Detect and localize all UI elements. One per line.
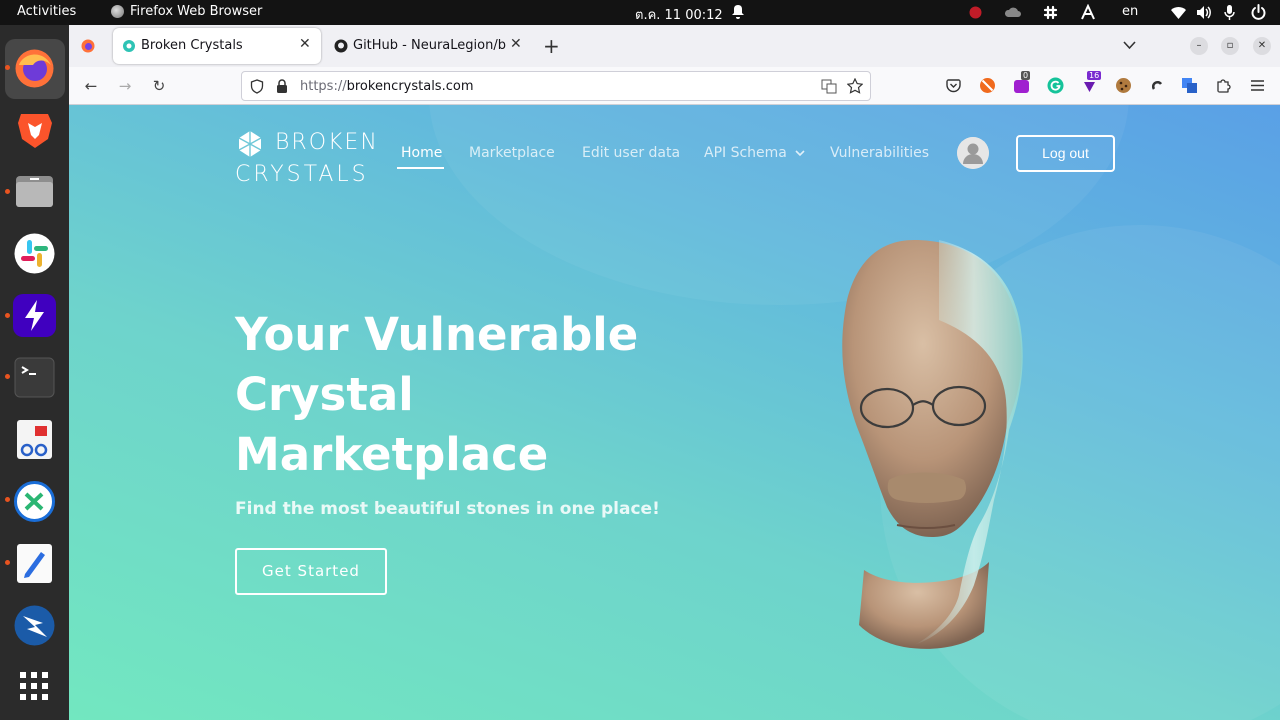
- running-indicator: [5, 560, 10, 565]
- url-text: https://brokencrystals.com: [300, 79, 473, 94]
- tab-github[interactable]: GitHub - NeuraLegion/br ✕: [325, 28, 525, 64]
- microphone-icon[interactable]: [1222, 4, 1237, 21]
- reload-button[interactable]: ↻: [149, 76, 169, 96]
- crystal-logo-icon: [238, 131, 262, 157]
- new-tab-button[interactable]: +: [543, 34, 560, 58]
- insomnia-icon[interactable]: [13, 294, 56, 337]
- lock-icon[interactable]: [276, 79, 288, 94]
- github-favicon: [334, 39, 348, 53]
- nav-vulnerabilities[interactable]: Vulnerabilities: [830, 145, 929, 161]
- tab-strip: Broken Crystals ✕ GitHub - NeuraLegion/b…: [69, 25, 1280, 67]
- language-indicator[interactable]: en: [1122, 4, 1138, 19]
- web-page: BROKEN CRYSTALS Home Marketplace Edit us…: [69, 105, 1280, 720]
- back-button[interactable]: ←: [81, 76, 101, 96]
- hero-subtitle: Find the most beautiful stones in one pl…: [235, 499, 660, 519]
- wifi-icon[interactable]: [1170, 4, 1187, 21]
- hero-title-line2: Crystal: [235, 368, 414, 421]
- nav-api-schema-label: API Schema: [704, 145, 787, 161]
- extensions-puzzle-icon[interactable]: [1215, 77, 1232, 94]
- remote-desktop-icon[interactable]: [13, 480, 56, 523]
- forward-button[interactable]: →: [115, 76, 135, 96]
- firefox-app-icon: [111, 5, 124, 18]
- firefox-icon[interactable]: [13, 47, 56, 90]
- power-icon[interactable]: [1250, 4, 1267, 21]
- extension-badge: 16: [1087, 71, 1102, 80]
- clock[interactable]: ต.ค. 11 00:12: [635, 4, 723, 25]
- brave-icon[interactable]: [13, 108, 56, 151]
- app-menu[interactable]: Firefox Web Browser: [111, 4, 262, 19]
- extension-dark-icon[interactable]: [1149, 77, 1166, 94]
- cookie-icon[interactable]: [1115, 77, 1132, 94]
- slack-icon[interactable]: [13, 232, 56, 275]
- alarm-icon: [732, 5, 744, 19]
- window-close-button[interactable]: ✕: [1253, 37, 1271, 55]
- get-started-button[interactable]: Get Started: [235, 548, 387, 595]
- user-avatar-icon[interactable]: [957, 137, 989, 169]
- running-indicator: [5, 374, 10, 379]
- document-viewer-icon[interactable]: [13, 418, 56, 461]
- nav-toolbar: ← → ↻ https://brokencrystals.com 0 16: [69, 67, 1280, 105]
- translate-icon[interactable]: [821, 79, 837, 94]
- show-applications-icon[interactable]: [13, 665, 56, 708]
- grammarly-icon[interactable]: [1047, 77, 1064, 94]
- bookmark-star-icon[interactable]: [847, 78, 863, 94]
- nav-edit-user-data[interactable]: Edit user data: [582, 145, 680, 161]
- zap-icon[interactable]: [13, 604, 56, 647]
- volume-icon[interactable]: [1195, 4, 1212, 21]
- hamburger-menu-icon[interactable]: [1249, 77, 1266, 94]
- running-indicator: [5, 497, 10, 502]
- dock: [0, 25, 69, 720]
- tab-label: GitHub - NeuraLegion/br: [353, 38, 507, 53]
- minimize-button[interactable]: –: [1190, 37, 1208, 55]
- logout-button[interactable]: Log out: [1016, 135, 1115, 172]
- activities-button[interactable]: Activities: [17, 4, 76, 19]
- extension-badge: 0: [1021, 71, 1031, 80]
- translator-extension-icon[interactable]: [1181, 77, 1198, 94]
- url-protocol: https://: [300, 79, 347, 94]
- tracking-protection-shield-icon[interactable]: [250, 79, 264, 94]
- logo-text-line1: BROKEN: [275, 130, 379, 155]
- logo-text-line2: CRYSTALS: [235, 162, 369, 187]
- tab-label: Broken Crystals: [141, 38, 243, 53]
- chevron-down-icon: [795, 150, 805, 157]
- list-all-tabs-icon[interactable]: [1123, 40, 1136, 50]
- slack-tray-icon[interactable]: [1042, 4, 1059, 21]
- url-bar[interactable]: https://brokencrystals.com: [241, 71, 871, 101]
- hero-title: Your Vulnerable Crystal Marketplace: [235, 305, 755, 485]
- hero-title-line1: Your Vulnerable: [235, 308, 639, 361]
- crystal-head-image: [842, 240, 1023, 649]
- maximize-button[interactable]: ▫: [1221, 37, 1239, 55]
- running-indicator: [5, 189, 10, 194]
- nav-home[interactable]: Home: [401, 145, 442, 161]
- close-tab-icon[interactable]: ✕: [510, 36, 522, 52]
- files-icon[interactable]: [13, 170, 56, 213]
- cloud-icon[interactable]: [1004, 4, 1022, 21]
- terminal-icon[interactable]: [13, 356, 56, 399]
- text-editor-icon[interactable]: [13, 542, 56, 585]
- tab-broken-crystals[interactable]: Broken Crystals ✕: [113, 28, 321, 64]
- record-indicator-icon[interactable]: [967, 4, 984, 21]
- pocket-icon[interactable]: [945, 77, 962, 94]
- running-indicator: [5, 65, 10, 70]
- system-top-bar: Activities Firefox Web Browser ต.ค. 11 0…: [0, 0, 1280, 25]
- blocker-extension-icon[interactable]: [979, 77, 996, 94]
- broken-crystals-favicon: [123, 40, 135, 52]
- app-menu-label: Firefox Web Browser: [130, 4, 263, 19]
- close-tab-icon[interactable]: ✕: [299, 36, 311, 52]
- url-host: brokencrystals.com: [346, 79, 474, 94]
- text-editor-tray-icon[interactable]: [1080, 4, 1096, 21]
- nav-api-schema[interactable]: API Schema: [704, 145, 805, 161]
- nav-marketplace[interactable]: Marketplace: [469, 145, 555, 161]
- running-indicator: [5, 313, 10, 318]
- nav-active-underline: [397, 167, 444, 169]
- hero-title-line3: Marketplace: [235, 428, 549, 481]
- firefox-view-icon[interactable]: [81, 39, 95, 53]
